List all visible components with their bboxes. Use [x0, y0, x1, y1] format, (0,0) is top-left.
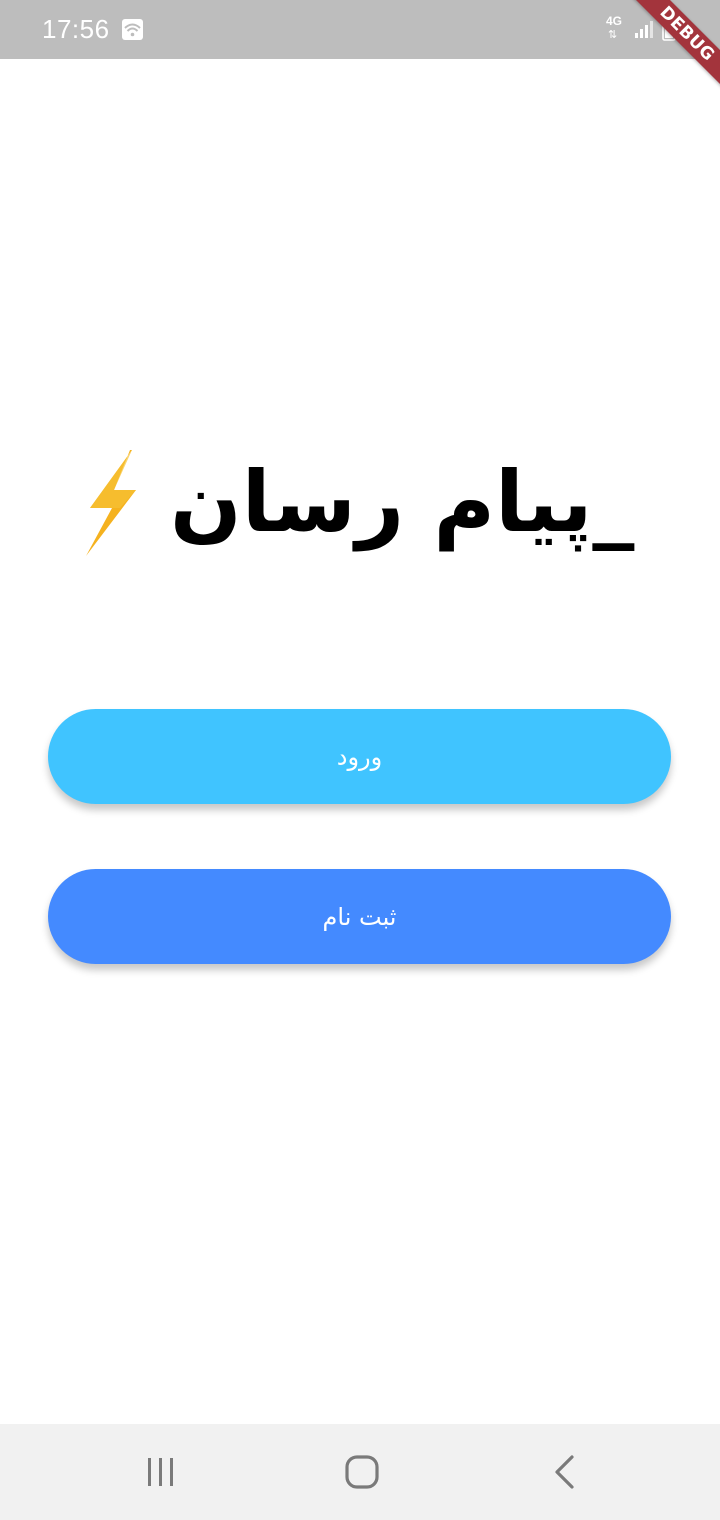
- logo-row: _پیام رسان: [60, 430, 660, 580]
- recent-apps-icon[interactable]: [146, 1456, 176, 1488]
- navigation-bar: [0, 1424, 720, 1520]
- signup-button[interactable]: ثبت نام: [48, 869, 671, 964]
- signal-icon: [635, 21, 653, 38]
- login-button[interactable]: ورود: [48, 709, 671, 804]
- lightning-bolt-icon: [86, 450, 136, 556]
- wifi-icon: [122, 19, 143, 40]
- home-icon[interactable]: [344, 1454, 380, 1490]
- status-time: 17:56: [42, 14, 110, 44]
- back-icon[interactable]: [552, 1454, 576, 1490]
- status-bar: 17:56 4G ⇅: [0, 0, 720, 59]
- data-arrows-icon: ⇅: [608, 28, 618, 41]
- app-title: _پیام رسان: [170, 453, 635, 551]
- network-type-label: 4G: [606, 14, 623, 28]
